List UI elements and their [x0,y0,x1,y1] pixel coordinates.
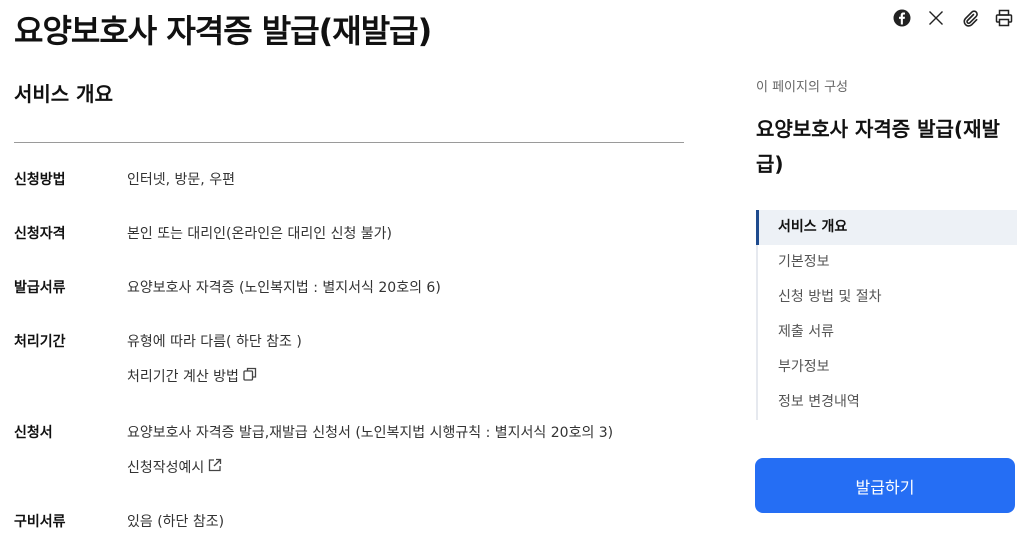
x-icon[interactable] [926,8,946,28]
info-label: 구비서류 [14,514,66,530]
copy-icon [243,367,257,385]
toc-heading: 이 페이지의 구성 [756,80,848,95]
info-label: 신청방법 [14,172,66,188]
toc-item-basic-info[interactable]: 기본정보 [758,245,1017,280]
printer-icon[interactable] [994,8,1014,28]
info-label: 처리기간 [14,334,66,350]
toc-nav: 서비스 개요 기본정보 신청 방법 및 절차 제출 서류 부가정보 정보 변경내… [756,210,1017,420]
facebook-icon[interactable] [892,8,912,28]
processing-time-calc-link[interactable]: 처리기간 계산 방법 [127,366,257,386]
link-label: 신청작성예시 [127,460,205,476]
info-value: 요양보호사 자격증 (노인복지법 : 별지서식 20호의 6) [127,280,441,296]
toc-item-additional-info[interactable]: 부가정보 [758,350,1017,385]
info-value: 본인 또는 대리인(온라인은 대리인 신청 불가) [127,226,393,242]
info-value: 요양보호사 자격증 발급,재발급 신청서 (노인복지법 시행규칙 : 별지서식 … [127,425,614,441]
paperclip-icon[interactable] [960,8,980,28]
toc-item-change-history[interactable]: 정보 변경내역 [758,385,1017,420]
external-link-icon [208,458,222,476]
info-value: 있음 (하단 참조) [127,514,225,530]
section-title-overview: 서비스 개요 [14,82,113,106]
toc-item-submission-docs[interactable]: 제출 서류 [758,315,1017,350]
info-label: 신청서 [14,425,53,441]
toc-item-service-overview[interactable]: 서비스 개요 [756,210,1017,245]
toc-title: 요양보호사 자격증 발급(재발급) [756,117,1000,176]
section-divider [14,142,684,143]
info-value: 유형에 따라 다름( 하단 참조 ) [127,334,302,350]
page-title: 요양보호사 자격증 발급(재발급) [14,12,432,50]
toc-item-application-procedure[interactable]: 신청 방법 및 절차 [758,280,1017,315]
info-label: 신청자격 [14,226,66,242]
link-label: 처리기간 계산 방법 [127,369,239,385]
form-example-link[interactable]: 신청작성예시 [127,457,222,477]
info-label: 발급서류 [14,280,66,296]
info-value: 인터넷, 방문, 우편 [127,172,235,188]
apply-button[interactable]: 발급하기 [755,458,1015,513]
share-toolbar [892,8,1014,28]
